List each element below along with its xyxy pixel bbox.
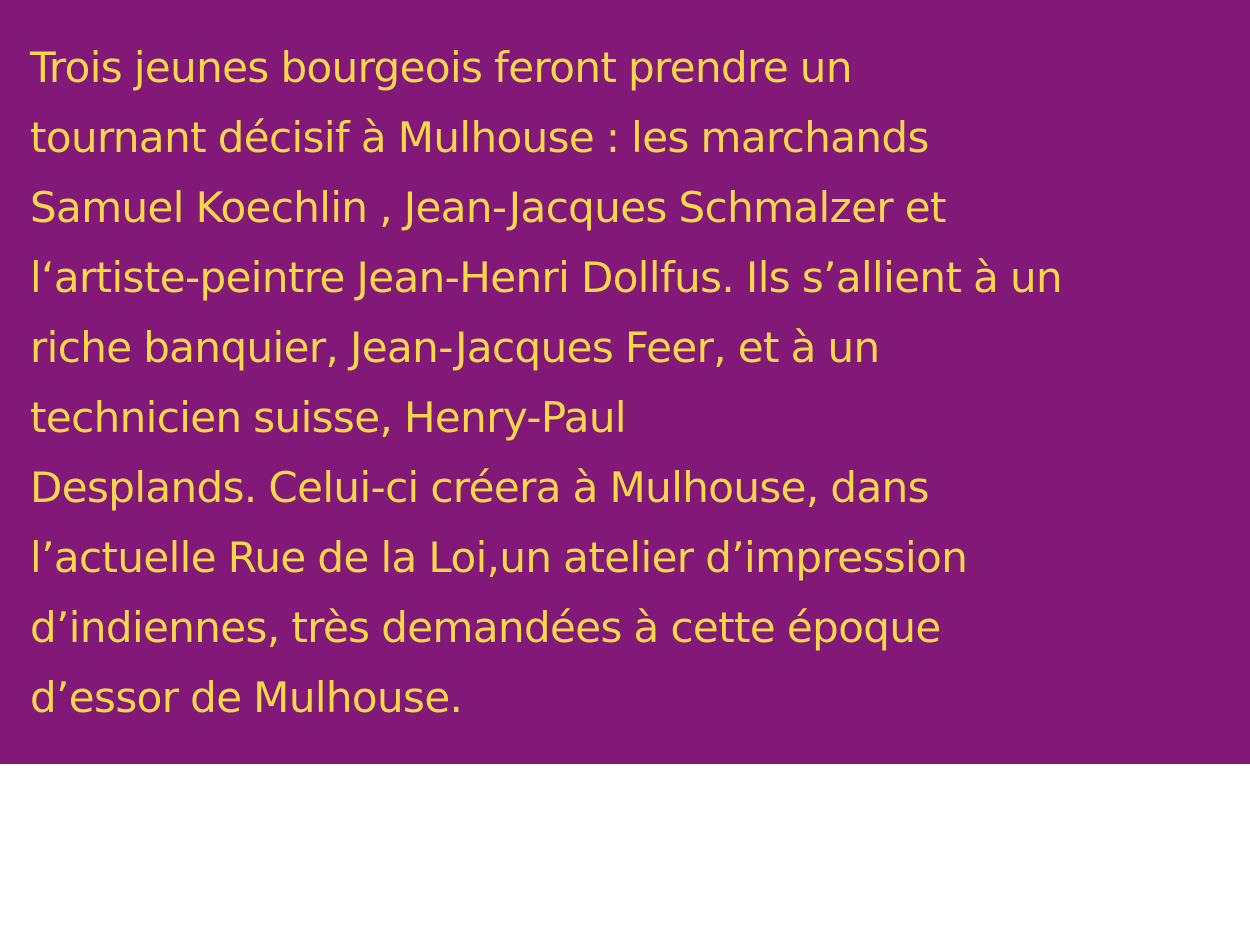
paragraph-line: tournant décisif à Mulhouse : les marcha… bbox=[30, 113, 929, 162]
blank-area bbox=[0, 764, 1250, 937]
article-paragraph: Trois jeunes bourgeois feront prendre un… bbox=[30, 33, 1230, 733]
paragraph-line: l’actuelle Rue de la Loi,un atelier d’im… bbox=[30, 533, 968, 582]
paragraph-line: riche banquier, Jean-Jacques Feer, et à … bbox=[30, 323, 880, 372]
paragraph-line: Trois jeunes bourgeois feront prendre un bbox=[30, 43, 852, 92]
paragraph-line: Samuel Koechlin , Jean-Jacques Schmalzer… bbox=[30, 183, 946, 232]
text-panel: Trois jeunes bourgeois feront prendre un… bbox=[0, 0, 1250, 764]
paragraph-line: d’essor de Mulhouse. bbox=[30, 673, 463, 722]
paragraph-line: Desplands. Celui-ci créera à Mulhouse, d… bbox=[30, 463, 930, 512]
paragraph-line: l‘artiste-peintre Jean-Henri Dollfus. Il… bbox=[30, 253, 1063, 302]
paragraph-line: technicien suisse, Henry-Paul bbox=[30, 393, 627, 442]
paragraph-line: d’indiennes, très demandées à cette époq… bbox=[30, 603, 941, 652]
